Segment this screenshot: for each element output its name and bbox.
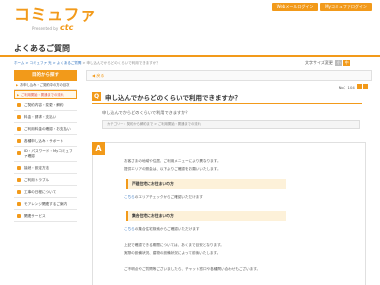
bullet-icon [17, 127, 21, 131]
commufa-logo[interactable]: コミュファ Presented by ctc [14, 5, 97, 33]
faq-main: ◀ 戻る No：104 Q 申し込んでからどのくらいで利用できますか？ 申し込ん… [86, 70, 372, 285]
answer-block: A お客さまの地域や住居、ご利用メニューにより異なります。 提供エリアの照会は、… [92, 142, 366, 285]
sidebar: 目的から探す ▶ お申し込み・ご契約中の方の目次 ▶ ご利用開始・開通までの流れ ご… [14, 70, 77, 222]
breadcrumb-home[interactable]: ホーム > コミュファ 光 > よくあるご質問 [14, 61, 81, 65]
bullet-icon [17, 190, 21, 194]
bullet-icon [17, 103, 21, 107]
sidebar-item-id-password[interactable]: ID・パスワード・Myコミュファ確認 [14, 147, 77, 162]
breadcrumb-current: > 申し込んでからどのくらいで利用できますか？ [81, 61, 160, 65]
bullet-icon [17, 115, 21, 119]
question-text: 申し込んでからどのくらいで利用できますか？ [102, 110, 190, 115]
bullet-icon [17, 214, 21, 218]
header-divider [0, 55, 380, 57]
font-size-label: 文字サイズ変更 [305, 60, 333, 65]
mycommufa-login-button[interactable]: Myコミュファログイン [320, 3, 372, 11]
sidebar-item-setup[interactable]: 接続・設定方法 [14, 162, 77, 174]
answer-line: ご不明点やご質問等ございましたら、チャット窓口や各種問い合わせもございます。 [124, 267, 261, 271]
answer-subheading-apartment: 集合住宅にお住まいの方 [126, 211, 286, 221]
answer-line-link1: こちらのエリアチェックからご確認いただけます [124, 195, 203, 199]
header: コミュファ Presented by ctc Webメールログイン Myコミュフ… [0, 0, 380, 34]
font-size-small-button[interactable]: 小 [335, 60, 343, 66]
bullet-icon [17, 166, 21, 170]
answer-line: 提供エリアの照会は、以下よりご確認をお願いいたします。 [124, 167, 221, 171]
logo-ctc: ctc [60, 23, 74, 32]
q-badge: Q [92, 92, 101, 101]
back-button[interactable]: ◀ 戻る [86, 70, 372, 81]
bullet-icon [17, 139, 21, 143]
logo-text: コミュファ [14, 5, 97, 24]
sidebar-item-contract[interactable]: ご契約内容・変更・解約 [14, 99, 77, 111]
sidebar-link-start-flow[interactable]: ▶ ご利用開始・開通までの流れ [14, 90, 77, 99]
sidebar-item-schedule[interactable]: 工事の日程について [14, 186, 77, 198]
page-title: よくあるご質問 [14, 44, 70, 53]
sidebar-item-apply[interactable]: 各種申し込み・サポート [14, 135, 77, 147]
apartment-search-link[interactable]: こちら [124, 227, 135, 231]
answer-line: 実際の設備状況、建物の設備状況によって前後いたします。 [124, 251, 221, 255]
answer-subheading-house: 戸建住宅にお住まいの方 [126, 179, 286, 189]
question-category: カテゴリー：契約から解約まで > ご利用開始・開通までの流れ [102, 120, 360, 129]
question-meta: No：104 [339, 84, 368, 91]
font-size-control: 文字サイズ変更 小中 [305, 60, 351, 66]
bullet-icon [17, 151, 21, 155]
bullet-icon [17, 202, 21, 206]
a-badge: A [92, 142, 105, 155]
answer-line: お客さまの地域や住居、ご利用メニューにより異なります。 [124, 159, 221, 163]
font-size-medium-button[interactable]: 中 [343, 60, 351, 66]
sidebar-item-services[interactable]: 関連サービス [14, 210, 77, 222]
question-title: 申し込んでからどのくらいで利用できますか？ [105, 94, 241, 102]
sidebar-item-trouble[interactable]: ご利用トラブル [14, 174, 77, 186]
answer-line-link2: こちらの集合住宅検索からご確認いただけます [124, 227, 200, 231]
sidebar-heading: 目的から探す [14, 70, 77, 81]
logo-presented-by: Presented by [32, 26, 59, 31]
question-number: No：104 [338, 85, 355, 90]
sidebar-item-billing[interactable]: 料金・請求・支払い [14, 111, 77, 123]
question-divider [92, 103, 362, 104]
sidebar-link-contract-index[interactable]: ▶ お申し込み・ご契約中の方の目次 [14, 81, 77, 90]
webmail-login-button[interactable]: Webメールログイン [272, 3, 318, 11]
area-check-link[interactable]: こちら [124, 195, 135, 199]
sidebar-item-payment[interactable]: ご利用料金の確認・お支払い [14, 123, 77, 135]
sidebar-item-related-info[interactable]: モアレンジ関連するご案内 [14, 198, 77, 210]
answer-line: 上記で確認できる期間については、あくまで目安となります。 [124, 243, 224, 247]
bullet-icon [17, 178, 21, 182]
star-icon [363, 84, 368, 89]
star-icon [357, 84, 362, 89]
breadcrumb: ホーム > コミュファ 光 > よくあるご質問 > 申し込んでからどのくらいで利… [14, 61, 160, 66]
